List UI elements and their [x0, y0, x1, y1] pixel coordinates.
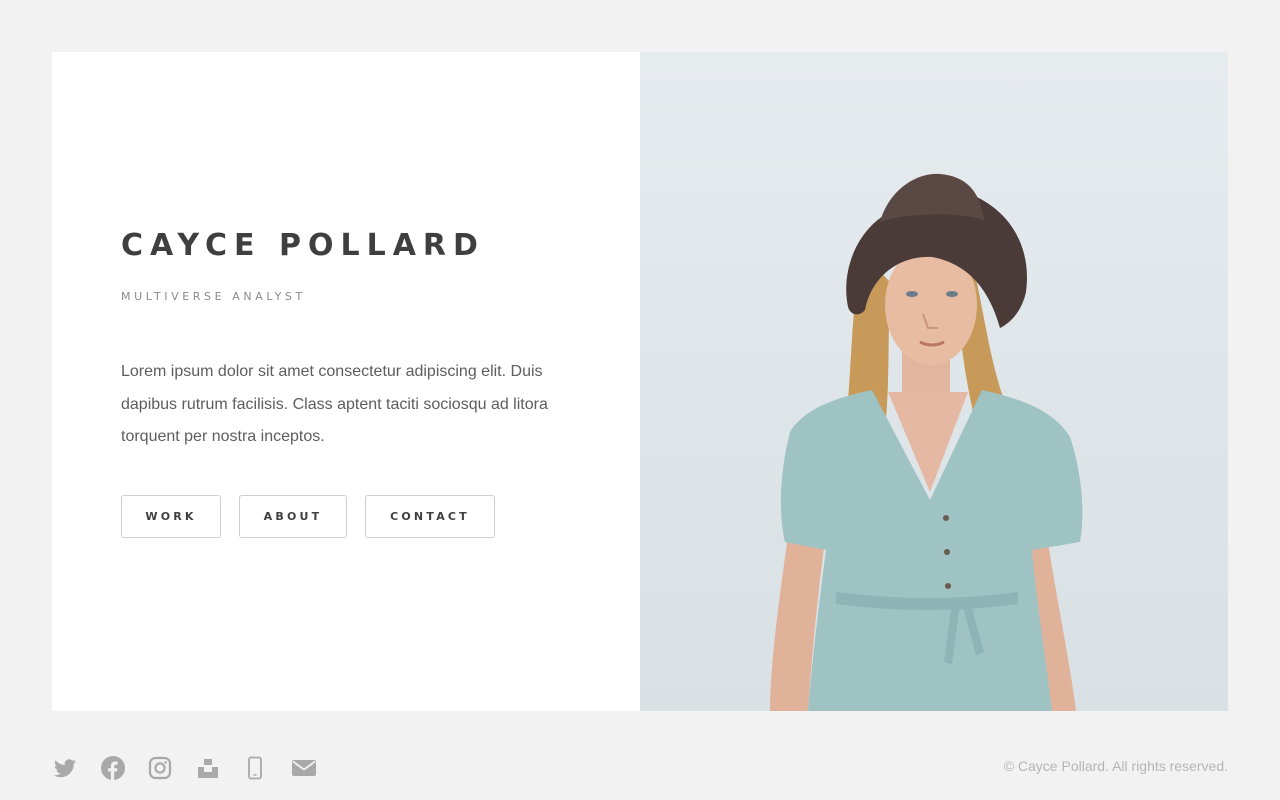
about-button[interactable]: ABOUT — [239, 495, 347, 538]
portrait-image — [640, 52, 1228, 711]
intro-card: CAYCE POLLARD MULTIVERSE ANALYST Lorem i… — [52, 52, 1228, 711]
copyright-text: © Cayce Pollard. All rights reserved. — [1003, 758, 1228, 774]
contact-button[interactable]: CONTACT — [365, 495, 495, 538]
phone-icon[interactable] — [243, 756, 291, 780]
twitter-icon[interactable] — [53, 756, 101, 780]
facebook-icon[interactable] — [100, 756, 149, 780]
unsplash-icon[interactable] — [196, 756, 244, 780]
email-icon[interactable] — [291, 756, 339, 780]
profile-bio: Lorem ipsum dolor sit amet consectetur a… — [121, 363, 548, 445]
instagram-icon[interactable] — [148, 756, 196, 780]
profile-role: MULTIVERSE ANALYST — [121, 290, 306, 303]
main-nav: WORK ABOUT CONTACT — [121, 495, 495, 538]
intro-panel: CAYCE POLLARD MULTIVERSE ANALYST Lorem i… — [52, 52, 640, 711]
profile-name: CAYCE POLLARD — [121, 228, 485, 263]
work-button[interactable]: WORK — [121, 495, 221, 538]
social-links — [53, 756, 338, 780]
portrait-illustration — [770, 173, 1083, 711]
